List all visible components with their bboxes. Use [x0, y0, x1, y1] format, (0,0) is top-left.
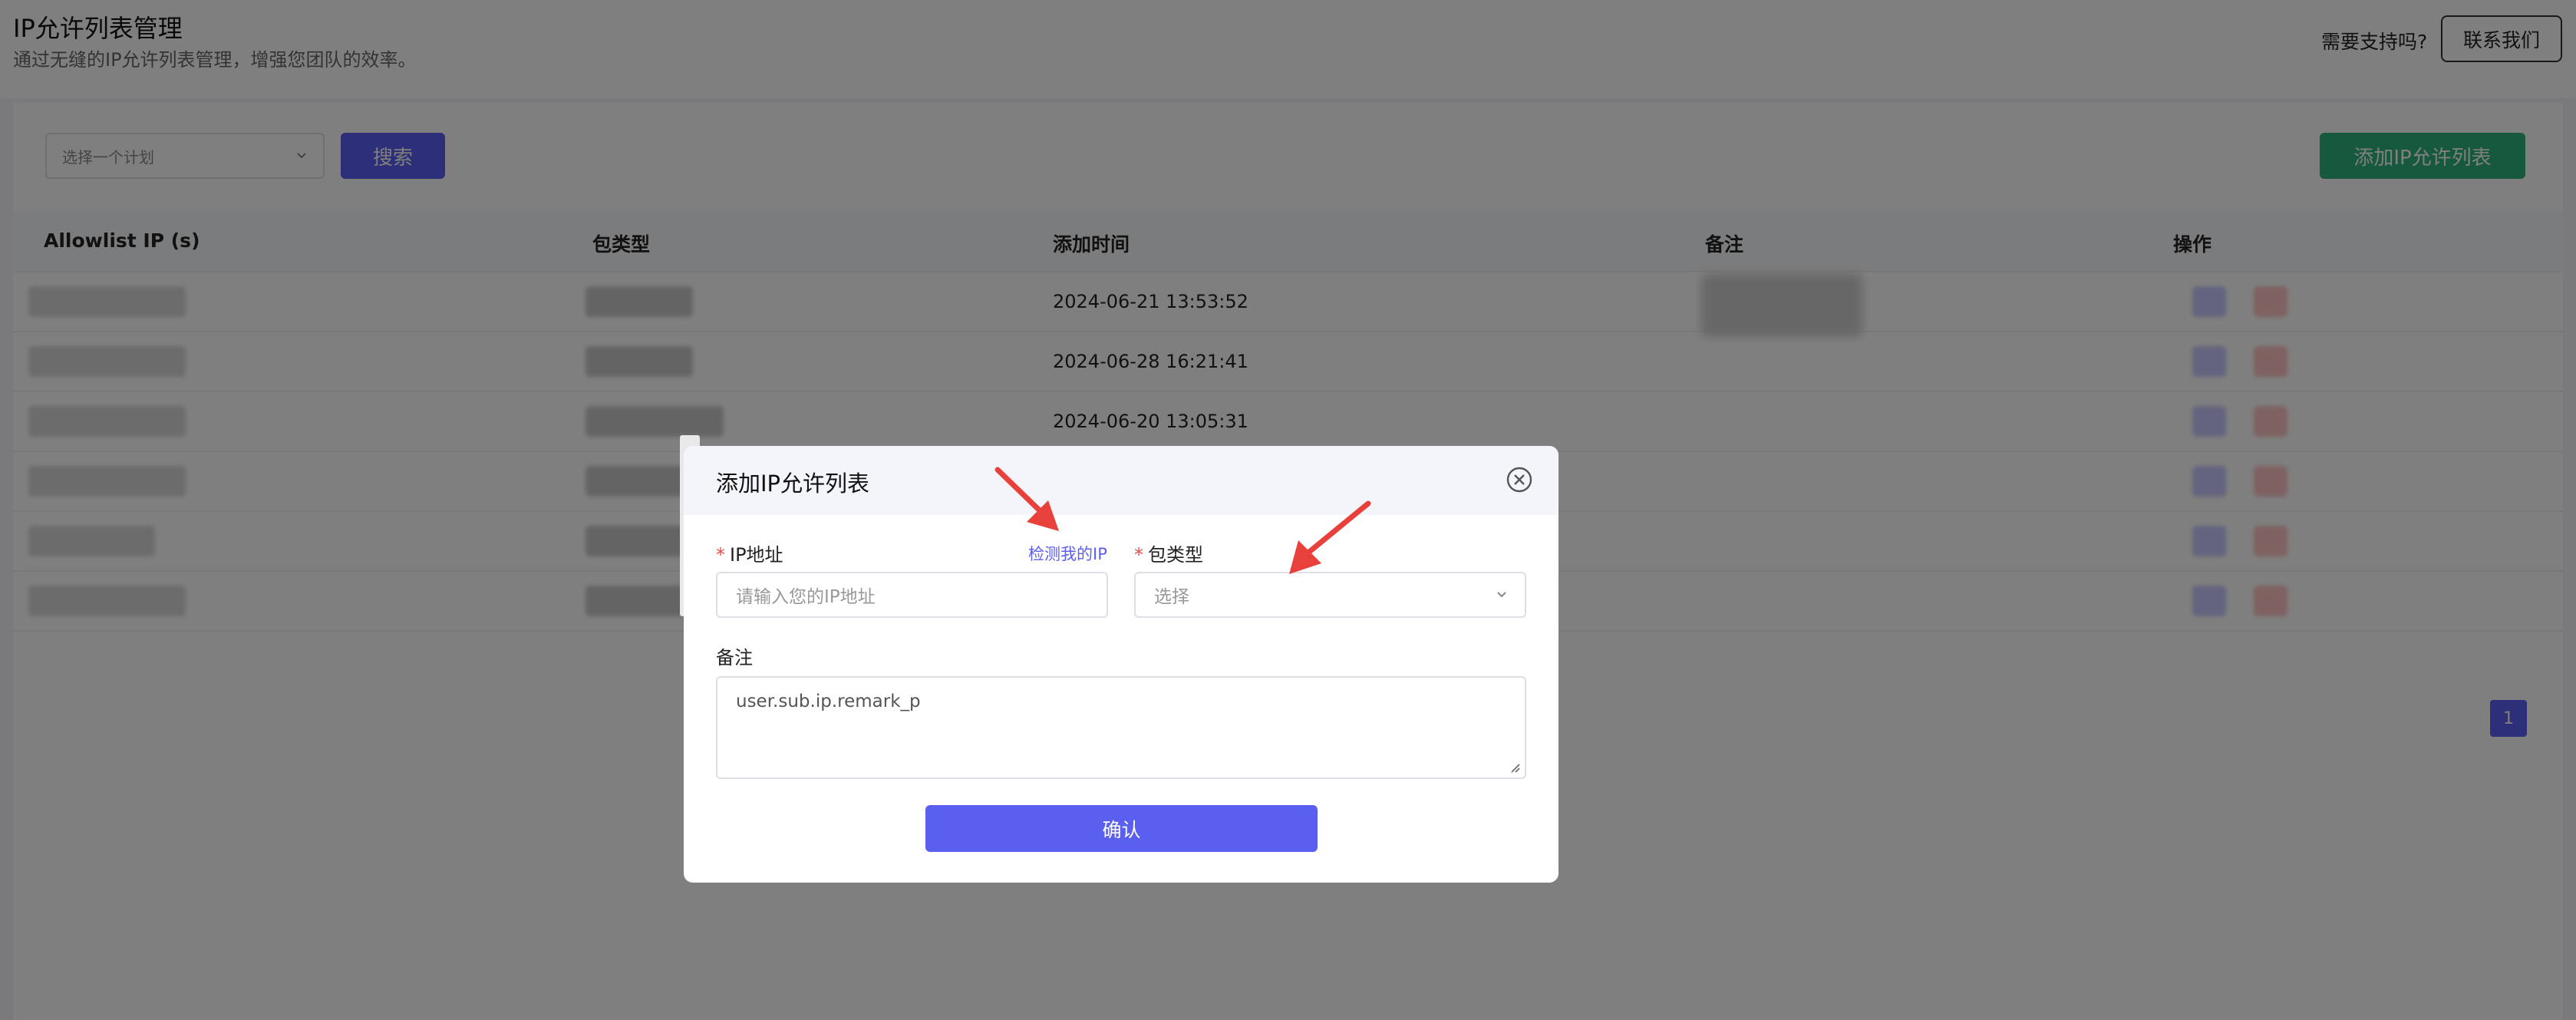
ip-address-input[interactable]: 请输入您的IP地址 — [716, 572, 1108, 618]
confirm-button[interactable]: 确认 — [925, 805, 1318, 852]
package-type-label-text: 包类型 — [1148, 544, 1203, 566]
remark-value: user.sub.ip.remark_p — [736, 692, 921, 711]
add-allowlist-dialog: 添加IP允许列表 * IP地址 * 包类型 请输入您的IP地址 选择 备注 user… — [684, 446, 1558, 883]
ip-address-label: * IP地址 — [716, 540, 783, 566]
chevron-down-icon — [1497, 592, 1506, 598]
ip-address-placeholder: 请输入您的IP地址 — [736, 587, 876, 607]
package-type-placeholder: 选择 — [1154, 587, 1189, 607]
package-type-label: * 包类型 — [1134, 540, 1203, 566]
dialog-title: 添加IP允许列表 — [716, 470, 870, 497]
remark-textarea[interactable]: user.sub.ip.remark_p — [716, 676, 1526, 779]
required-mark: * — [716, 544, 725, 566]
remark-label: 备注 — [716, 647, 753, 668]
required-mark: * — [1134, 544, 1143, 566]
resize-grip-icon[interactable] — [1509, 762, 1520, 773]
dialog-header: 添加IP允许列表 — [684, 446, 1558, 515]
package-type-select[interactable]: 选择 — [1134, 572, 1526, 618]
close-icon[interactable] — [1506, 466, 1533, 493]
ip-address-label-text: IP地址 — [730, 544, 783, 566]
detect-my-ip-link[interactable]: 检测我的IP — [1028, 542, 1107, 565]
